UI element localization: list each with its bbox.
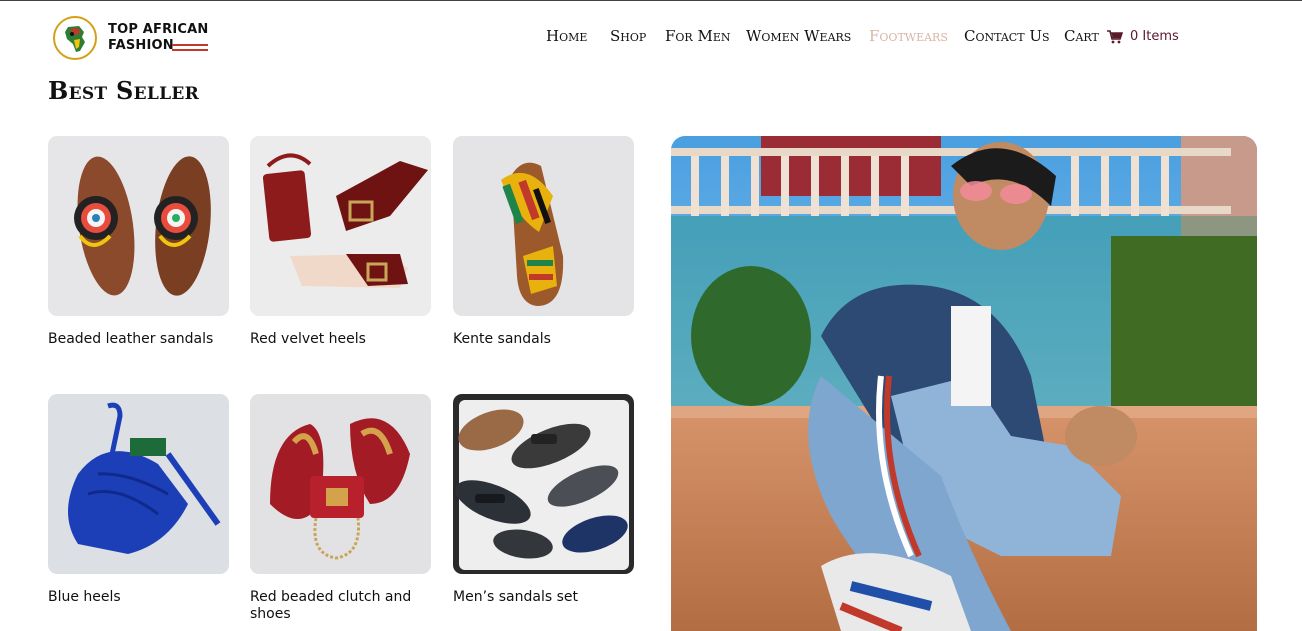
product-name[interactable]: Beaded leather sandals — [48, 331, 229, 348]
brand-name-line1: TOP AFRICAN — [108, 22, 209, 37]
product-card[interactable]: Men’s sandals set — [453, 394, 634, 606]
product-card[interactable]: Beaded leather sandals — [48, 136, 229, 348]
brand-rule-bottom — [172, 49, 208, 51]
product-image-red-beaded-clutch-and-shoes[interactable] — [250, 394, 431, 574]
product-image-red-velvet-heels[interactable] — [250, 136, 431, 316]
product-card[interactable]: Red velvet heels — [250, 136, 431, 348]
nav-cart[interactable]: Cart — [1064, 27, 1099, 45]
product-name[interactable]: Red velvet heels — [250, 331, 431, 348]
brand-name-line2: FASHION — [108, 38, 174, 53]
product-name[interactable]: Blue heels — [48, 589, 229, 606]
product-card[interactable]: Kente sandals — [453, 136, 634, 348]
cart-count[interactable]: 0 Items — [1130, 29, 1179, 44]
product-name[interactable]: Red beaded clutch and shoes — [250, 589, 431, 623]
nav-shop[interactable]: Shop — [610, 27, 646, 45]
product-card[interactable]: Blue heels — [48, 394, 229, 606]
nav-contact-us[interactable]: Contact Us — [964, 27, 1050, 45]
product-name[interactable]: Men’s sandals set — [453, 589, 634, 606]
cart-icon[interactable] — [1107, 30, 1123, 44]
product-image-blue-heels[interactable] — [48, 394, 229, 574]
site-logo[interactable]: TOP AFRICAN FASHION — [52, 15, 212, 61]
site-header: TOP AFRICAN FASHION Home Shop For Men Wo… — [0, 1, 1302, 67]
hero-image-man-in-denim — [671, 136, 1257, 631]
logo-badge-icon — [53, 16, 97, 60]
product-card[interactable]: Red beaded clutch and shoes — [250, 394, 431, 623]
product-image-beaded-leather-sandals[interactable] — [48, 136, 229, 316]
nav-women-wears[interactable]: Women Wears — [746, 27, 851, 45]
nav-for-men[interactable]: For Men — [665, 27, 731, 45]
product-name[interactable]: Kente sandals — [453, 331, 634, 348]
nav-footwears[interactable]: Footwears — [869, 27, 948, 45]
product-image-kente-sandals[interactable] — [453, 136, 634, 316]
nav-home[interactable]: Home — [546, 27, 587, 45]
brand-rule-top — [172, 44, 208, 46]
section-title: Best Seller — [48, 76, 200, 105]
product-image-mens-sandals-set[interactable] — [453, 394, 634, 574]
